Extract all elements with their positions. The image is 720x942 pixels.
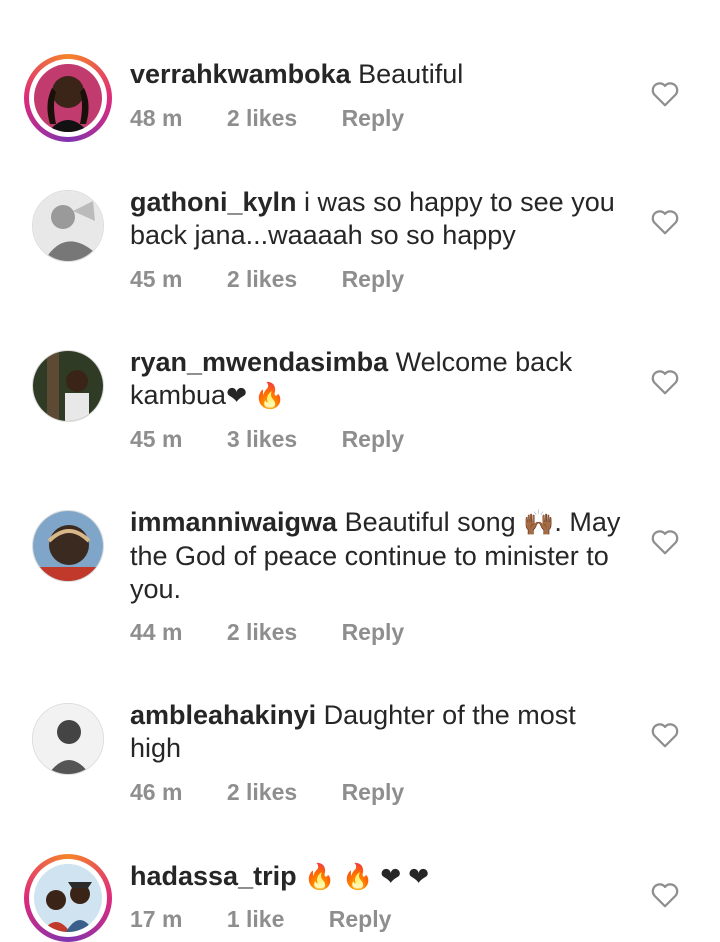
comment-username[interactable]: hadassa_trip [130,861,297,891]
comment-text: Beautiful [358,59,464,89]
comment-likes[interactable]: 2 likes [227,619,297,646]
comment-time: 44 m [130,619,183,645]
comment-text: Beautiful song [344,507,516,537]
avatar-image [34,864,102,932]
reply-button[interactable]: Reply [329,906,392,933]
heart-outline-icon[interactable] [650,208,680,236]
comment-emoji: 🔥 🔥 ❤ ❤ [304,863,430,891]
comment-username[interactable]: immanniwaigwa [130,507,337,537]
avatar[interactable] [24,182,112,270]
reply-button[interactable]: Reply [342,266,405,293]
comment-likes[interactable]: 2 likes [227,779,297,806]
comment-likes[interactable]: 2 likes [227,266,297,293]
avatar-image [32,703,104,775]
avatar[interactable] [24,502,112,590]
avatar[interactable] [24,695,112,783]
reply-button[interactable]: Reply [342,105,405,132]
comment-likes[interactable]: 2 likes [227,105,297,132]
comment-username[interactable]: verrahkwamboka [130,59,351,89]
comment-emoji: 🙌🏾 [523,509,555,537]
avatar-image [32,350,104,422]
comment-username[interactable]: gathoni_kyln [130,187,297,217]
avatar-image [34,64,102,132]
avatar-image [32,510,104,582]
avatar[interactable] [24,854,112,942]
reply-button[interactable]: Reply [342,779,405,806]
comment-time: 48 m [130,105,183,131]
comment-likes[interactable]: 1 like [227,906,285,933]
avatar[interactable] [24,342,112,430]
comment-time: 17 m [130,906,183,932]
heart-outline-icon[interactable] [650,721,680,749]
heart-outline-icon[interactable] [650,881,680,909]
comment-username[interactable]: ambleahakinyi [130,700,316,730]
heart-outline-icon[interactable] [650,80,680,108]
reply-button[interactable]: Reply [342,619,405,646]
heart-outline-icon[interactable] [650,368,680,396]
avatar-image [32,190,104,262]
comment-likes[interactable]: 3 likes [227,426,297,453]
comment-time: 45 m [130,426,183,452]
comment-username[interactable]: ryan_mwendasimba [130,347,388,377]
comment-time: 46 m [130,779,183,805]
comment-emoji: ❤ 🔥 [226,382,286,410]
comment-time: 45 m [130,266,183,292]
heart-outline-icon[interactable] [650,528,680,556]
reply-button[interactable]: Reply [342,426,405,453]
avatar[interactable] [24,54,112,142]
